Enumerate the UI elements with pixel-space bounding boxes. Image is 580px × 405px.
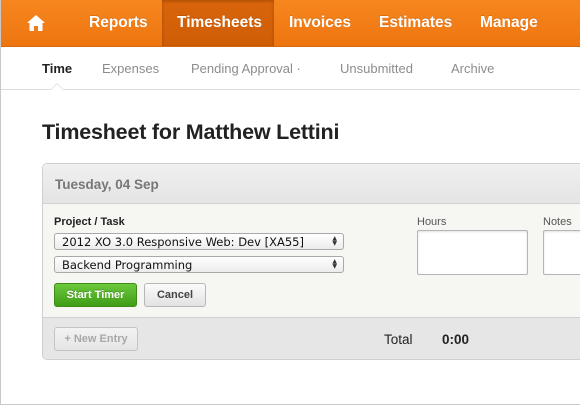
notes-label: Notes [543, 216, 572, 228]
project-select[interactable]: 2012 XO 3.0 Responsive Web: Dev [XA55] ▲… [54, 233, 344, 250]
select-arrows-icon: ▲ ▼ [332, 258, 337, 270]
main-navigation: Reports Timesheets Invoices Estimates Ma… [1, 0, 580, 47]
nav-timesheets[interactable]: Timesheets [162, 0, 274, 46]
app-window: Reports Timesheets Invoices Estimates Ma… [0, 0, 580, 405]
tab-archive[interactable]: Archive [451, 61, 494, 76]
nav-reports[interactable]: Reports [71, 0, 162, 46]
notes-input[interactable] [543, 230, 580, 275]
project-select-value: 2012 XO 3.0 Responsive Web: Dev [XA55] [62, 235, 304, 249]
active-tab-caret [50, 83, 64, 90]
tab-time[interactable]: Time [42, 61, 72, 76]
tab-unsubmitted[interactable]: Unsubmitted [340, 61, 413, 76]
tab-expenses[interactable]: Expenses [102, 61, 159, 76]
timesheet-entry-panel: Tuesday, 04 Sep Project / Task Hours Not… [42, 163, 580, 360]
new-entry-button[interactable]: + New Entry [54, 327, 138, 351]
nav-invoices[interactable]: Invoices [274, 0, 364, 46]
start-timer-button[interactable]: Start Timer [54, 283, 137, 307]
nav-manage[interactable]: Manage [465, 0, 565, 46]
tab-pending-approval[interactable]: Pending Approval · [191, 61, 301, 76]
cancel-button[interactable]: Cancel [144, 283, 206, 307]
select-arrows-icon: ▲ ▼ [332, 235, 337, 247]
panel-header: Tuesday, 04 Sep [43, 164, 580, 204]
sub-navigation: Time Expenses Pending Approval · Unsubmi… [1, 47, 580, 90]
task-select-value: Backend Programming [62, 258, 193, 272]
home-icon [26, 14, 46, 32]
day-heading: Tuesday, 04 Sep [55, 177, 159, 192]
home-button[interactable] [1, 0, 71, 46]
hours-label: Hours [417, 216, 447, 228]
total-label: Total [384, 332, 413, 347]
panel-footer: + New Entry Total 0:00 [43, 317, 580, 359]
page-title: Timesheet for Matthew Lettini [42, 120, 340, 144]
hours-input[interactable] [417, 230, 528, 275]
task-select[interactable]: Backend Programming ▲ ▼ [54, 256, 344, 273]
nav-estimates[interactable]: Estimates [364, 0, 465, 46]
project-task-label: Project / Task [54, 216, 125, 228]
total-value: 0:00 [442, 332, 470, 347]
